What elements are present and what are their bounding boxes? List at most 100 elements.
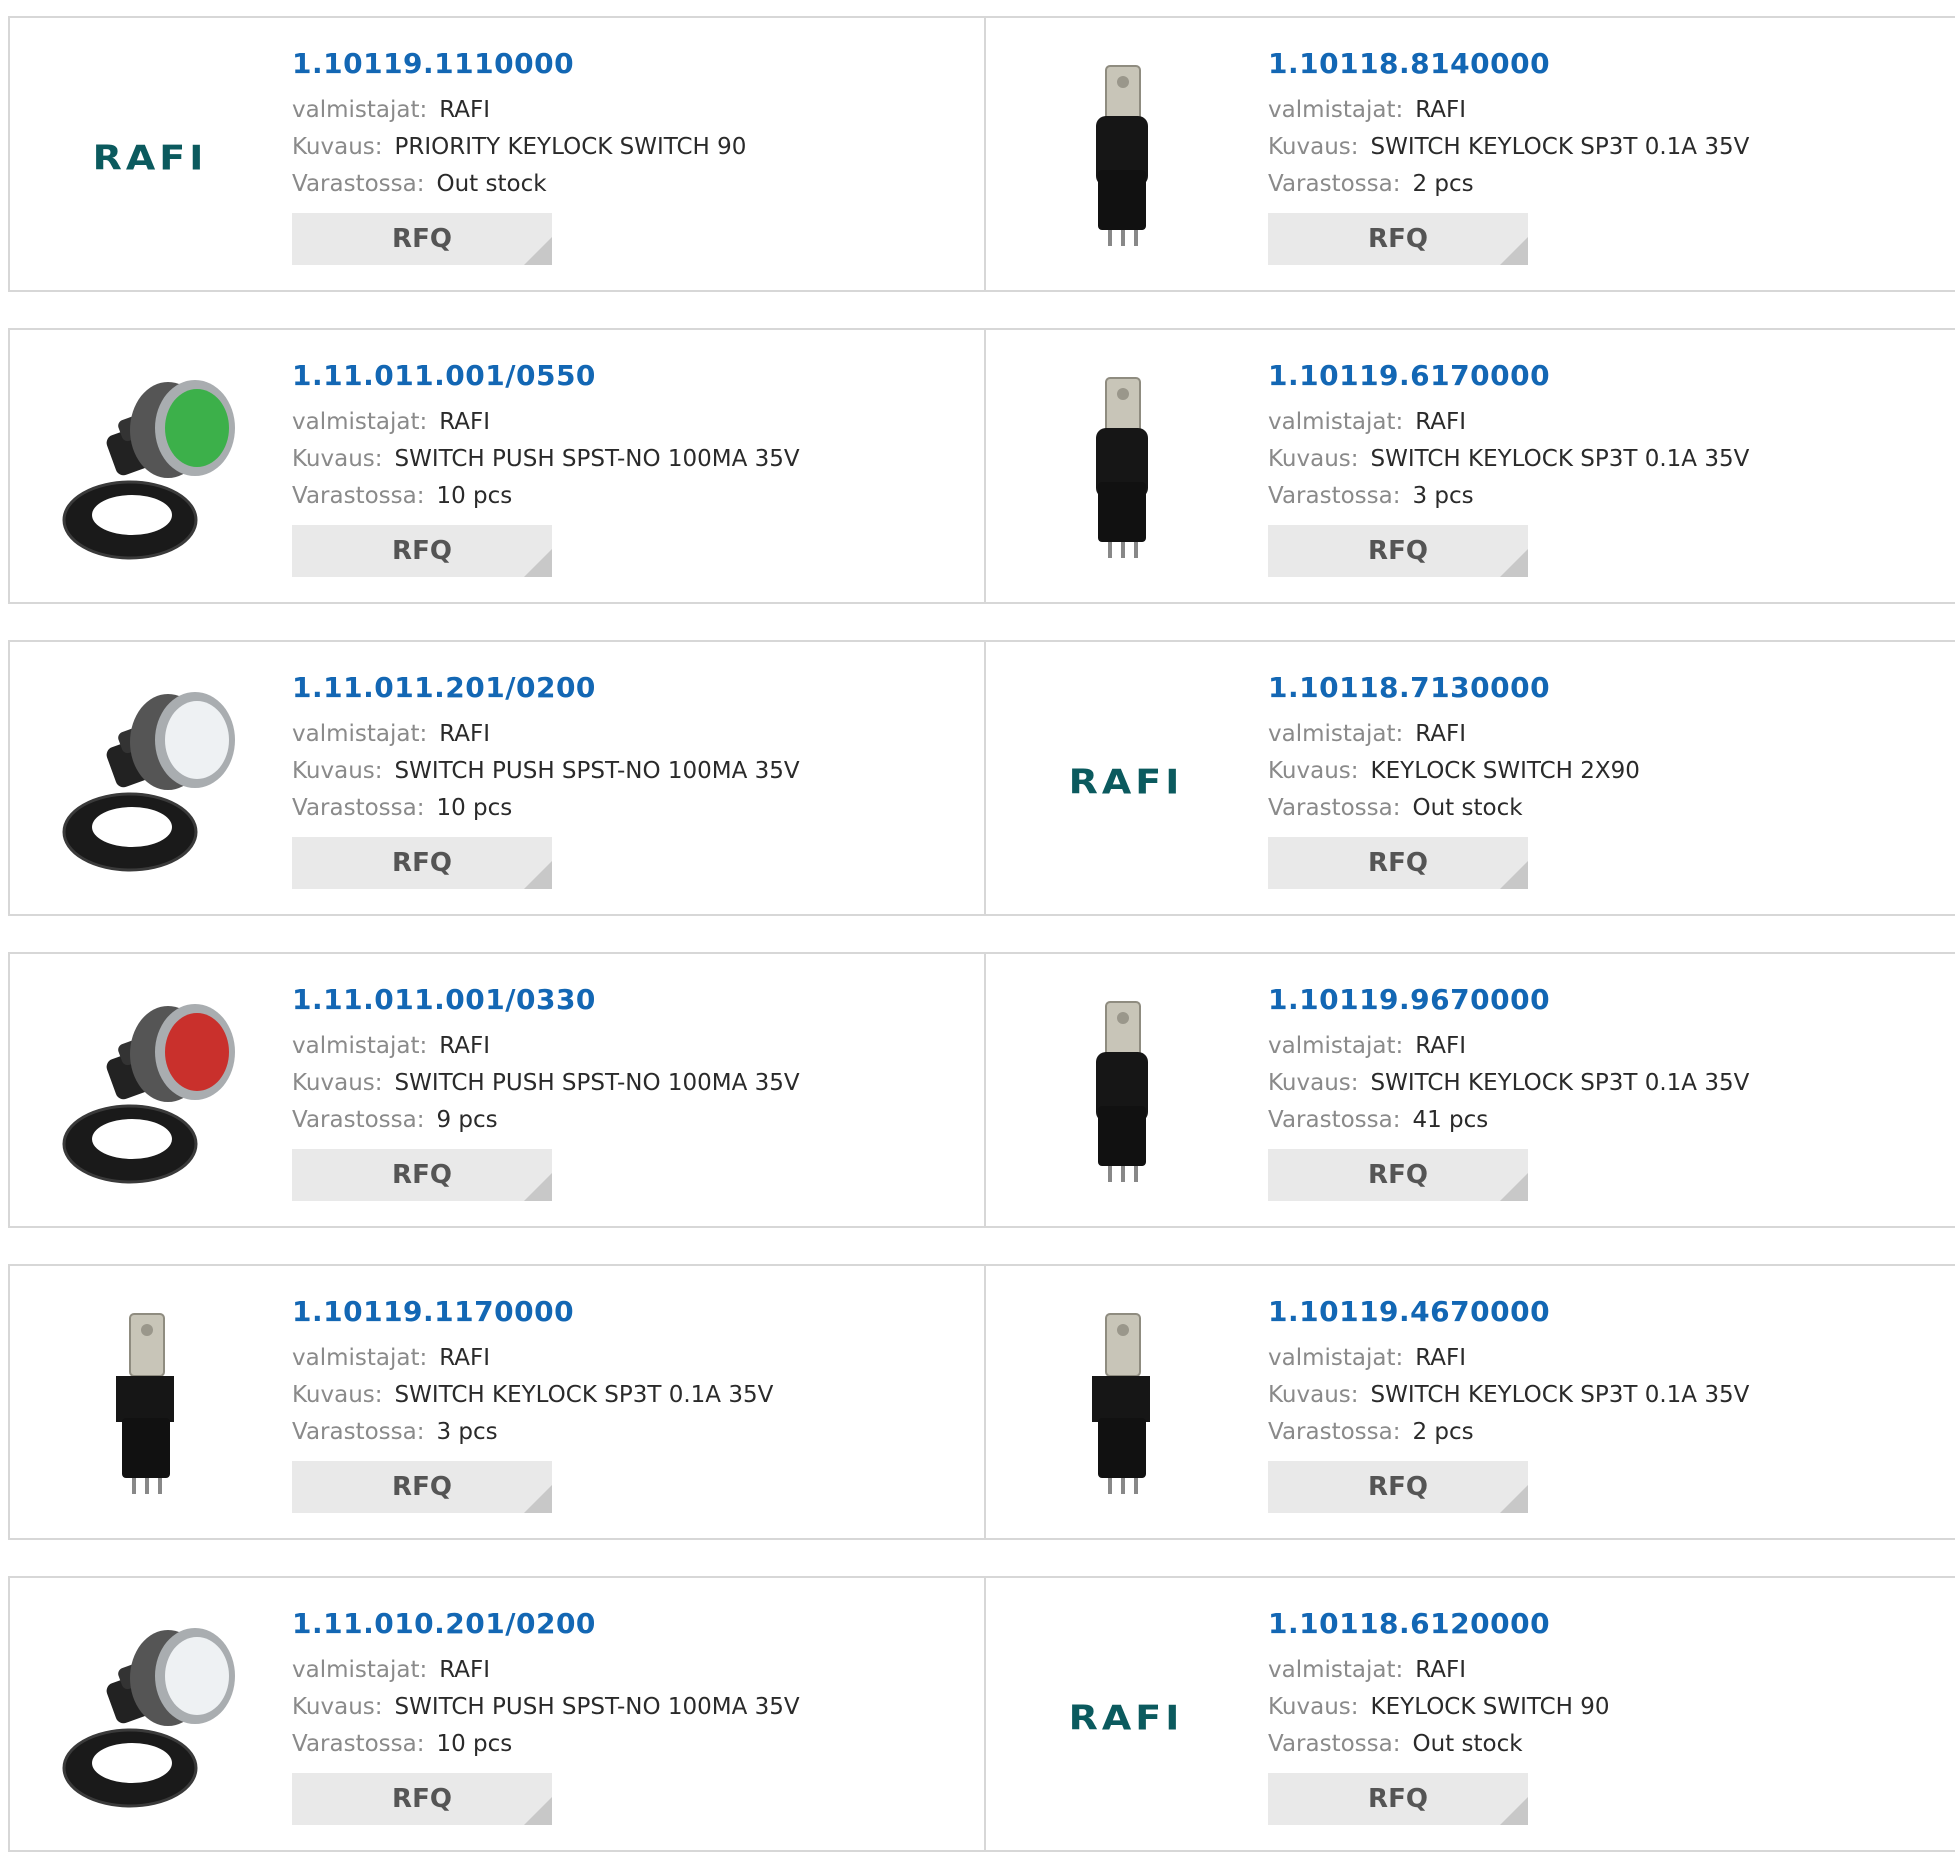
description-row: Kuvaus: SWITCH PUSH SPST-NO 100MA 35V xyxy=(292,1065,800,1102)
product-image[interactable]: RAFI xyxy=(50,58,250,258)
rfq-button[interactable]: RFQ xyxy=(1268,213,1528,265)
product-image[interactable] xyxy=(50,370,250,570)
stock-label: Varastossa: xyxy=(292,1731,425,1757)
rfq-button[interactable]: RFQ xyxy=(292,1149,552,1201)
description-value: SWITCH KEYLOCK SP3T 0.1A 35V xyxy=(1370,134,1750,160)
description-value: SWITCH PUSH SPST-NO 100MA 35V xyxy=(394,446,800,472)
manufacturer-row: valmistajat: RAFI xyxy=(1268,1652,1610,1689)
part-number-link[interactable]: 1.11.011.201/0200 xyxy=(292,670,800,706)
stock-row: Varastossa: 2 pcs xyxy=(1268,166,1749,203)
description-row: Kuvaus: SWITCH KEYLOCK SP3T 0.1A 35V xyxy=(1268,1377,1749,1414)
description-value: PRIORITY KEYLOCK SWITCH 90 xyxy=(394,134,747,160)
stock-label: Varastossa: xyxy=(1268,171,1401,197)
product-info: 1.11.011.201/0200 valmistajat: RAFI Kuvaus:… xyxy=(292,670,800,889)
description-value: SWITCH PUSH SPST-NO 100MA 35V xyxy=(394,1694,800,1720)
description-row: Kuvaus: SWITCH KEYLOCK SP3T 0.1A 35V xyxy=(1268,1065,1749,1102)
product-image[interactable] xyxy=(50,994,250,1194)
rfq-label: RFQ xyxy=(1368,1160,1428,1190)
stock-label: Varastossa: xyxy=(292,483,425,509)
description-value: SWITCH KEYLOCK SP3T 0.1A 35V xyxy=(1370,446,1750,472)
corner-arrow-icon xyxy=(524,549,552,577)
product-image[interactable]: RAFI xyxy=(1026,682,1226,882)
product-image[interactable] xyxy=(50,682,250,882)
product-card: RAFI 1.10119.1110000 valmistajat: RAFI Kuvau… xyxy=(8,16,986,292)
manufacturer-value: RAFI xyxy=(1415,97,1467,123)
rfq-button[interactable]: RFQ xyxy=(292,525,552,577)
rfq-button[interactable]: RFQ xyxy=(1268,525,1528,577)
description-value: KEYLOCK SWITCH 2X90 xyxy=(1370,758,1640,784)
stock-value: Out stock xyxy=(436,171,547,197)
description-row: Kuvaus: KEYLOCK SWITCH 2X90 xyxy=(1268,753,1640,790)
corner-arrow-icon xyxy=(524,237,552,265)
rfq-button[interactable]: RFQ xyxy=(1268,1149,1528,1201)
manufacturer-label: valmistajat: xyxy=(1268,721,1404,747)
rfq-button[interactable]: RFQ xyxy=(1268,1461,1528,1513)
rfq-button[interactable]: RFQ xyxy=(1268,837,1528,889)
rfq-button[interactable]: RFQ xyxy=(292,213,552,265)
product-image[interactable] xyxy=(1026,994,1226,1194)
description-value: SWITCH KEYLOCK SP3T 0.1A 35V xyxy=(1370,1382,1750,1408)
part-number-link[interactable]: 1.10119.1110000 xyxy=(292,46,746,82)
description-value: SWITCH KEYLOCK SP3T 0.1A 35V xyxy=(394,1382,774,1408)
manufacturer-row: valmistajat: RAFI xyxy=(292,1028,800,1065)
rfq-label: RFQ xyxy=(1368,848,1428,878)
description-label: Kuvaus: xyxy=(292,1382,383,1408)
product-card: 1.10118.8140000 valmistajat: RAFI Kuvaus: SW… xyxy=(986,16,1955,292)
manufacturer-label: valmistajat: xyxy=(292,1345,428,1371)
stock-label: Varastossa: xyxy=(292,1107,425,1133)
description-value: SWITCH PUSH SPST-NO 100MA 35V xyxy=(394,1070,800,1096)
part-number-link[interactable]: 1.11.011.001/0550 xyxy=(292,358,800,394)
stock-label: Varastossa: xyxy=(1268,1107,1401,1133)
manufacturer-value: RAFI xyxy=(439,1657,491,1683)
description-row: Kuvaus: SWITCH PUSH SPST-NO 100MA 35V xyxy=(292,441,800,478)
stock-row: Varastossa: 10 pcs xyxy=(292,790,800,827)
part-number-link[interactable]: 1.10119.6170000 xyxy=(1268,358,1749,394)
rafi-logo-text: RAFI xyxy=(1069,762,1184,802)
stock-row: Varastossa: Out stock xyxy=(1268,790,1640,827)
part-number-link[interactable]: 1.11.011.001/0330 xyxy=(292,982,800,1018)
part-number-link[interactable]: 1.10118.6120000 xyxy=(1268,1606,1610,1642)
product-card: 1.10119.4670000 valmistajat: RAFI Kuvaus: SW… xyxy=(986,1264,1955,1540)
product-image[interactable] xyxy=(50,1306,250,1506)
corner-arrow-icon xyxy=(1500,1173,1528,1201)
stock-row: Varastossa: Out stock xyxy=(1268,1726,1610,1763)
part-number-link[interactable]: 1.10118.8140000 xyxy=(1268,46,1749,82)
manufacturer-label: valmistajat: xyxy=(292,721,428,747)
product-image[interactable]: RAFI xyxy=(1026,1618,1226,1818)
rfq-button[interactable]: RFQ xyxy=(1268,1773,1528,1825)
part-number-link[interactable]: 1.10118.7130000 xyxy=(1268,670,1640,706)
product-image[interactable] xyxy=(1026,58,1226,258)
stock-label: Varastossa: xyxy=(1268,1731,1401,1757)
product-card: 1.10119.1170000 valmistajat: RAFI Kuvaus: SW… xyxy=(8,1264,986,1540)
product-info: 1.11.011.001/0330 valmistajat: RAFI Kuvaus:… xyxy=(292,982,800,1201)
manufacturer-value: RAFI xyxy=(1415,1033,1467,1059)
manufacturer-row: valmistajat: RAFI xyxy=(292,404,800,441)
rfq-button[interactable]: RFQ xyxy=(292,837,552,889)
manufacturer-label: valmistajat: xyxy=(1268,1033,1404,1059)
corner-arrow-icon xyxy=(1500,1797,1528,1825)
manufacturer-label: valmistajat: xyxy=(292,97,428,123)
part-number-link[interactable]: 1.11.010.201/0200 xyxy=(292,1606,800,1642)
part-number-link[interactable]: 1.10119.4670000 xyxy=(1268,1294,1749,1330)
description-row: Kuvaus: SWITCH KEYLOCK SP3T 0.1A 35V xyxy=(1268,441,1749,478)
manufacturer-value: RAFI xyxy=(439,97,491,123)
manufacturer-row: valmistajat: RAFI xyxy=(1268,92,1749,129)
manufacturer-row: valmistajat: RAFI xyxy=(1268,716,1640,753)
rfq-button[interactable]: RFQ xyxy=(292,1773,552,1825)
product-image[interactable] xyxy=(1026,370,1226,570)
description-row: Kuvaus: KEYLOCK SWITCH 90 xyxy=(1268,1689,1610,1726)
part-number-link[interactable]: 1.10119.1170000 xyxy=(292,1294,773,1330)
rafi-logo-text: RAFI xyxy=(1069,1698,1184,1738)
description-label: Kuvaus: xyxy=(1268,758,1359,784)
part-number-link[interactable]: 1.10119.9670000 xyxy=(1268,982,1749,1018)
product-info: 1.10118.6120000 valmistajat: RAFI Kuvaus: KE… xyxy=(1268,1606,1610,1825)
stock-value: 10 pcs xyxy=(436,795,513,821)
product-info: 1.10119.9670000 valmistajat: RAFI Kuvaus: SW… xyxy=(1268,982,1749,1201)
manufacturer-row: valmistajat: RAFI xyxy=(292,92,746,129)
rfq-button[interactable]: RFQ xyxy=(292,1461,552,1513)
product-image[interactable] xyxy=(50,1618,250,1818)
stock-value: Out stock xyxy=(1412,795,1523,821)
product-image[interactable] xyxy=(1026,1306,1226,1506)
manufacturer-label: valmistajat: xyxy=(1268,409,1404,435)
rfq-label: RFQ xyxy=(392,848,452,878)
